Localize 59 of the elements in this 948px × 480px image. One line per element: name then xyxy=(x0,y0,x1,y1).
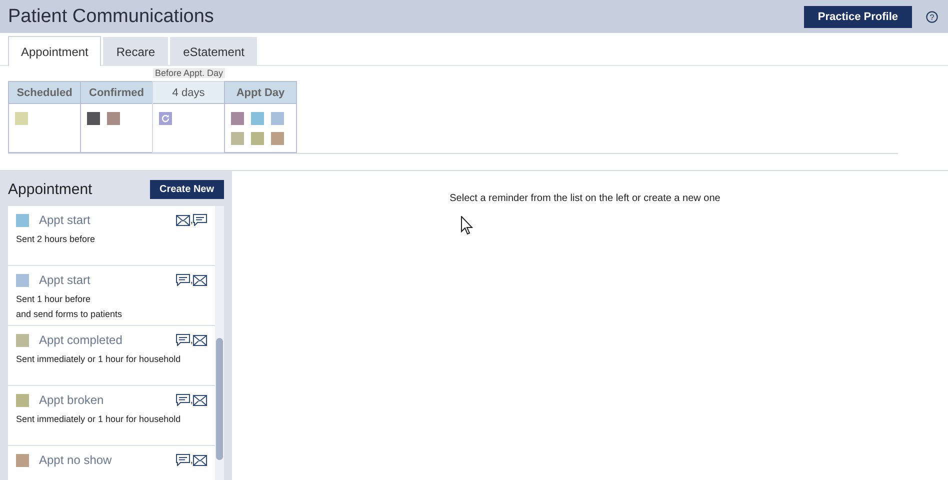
tab[interactable]: Appointment xyxy=(8,36,102,66)
page-title: Patient Communications xyxy=(8,6,214,28)
reminder-item[interactable]: Appt start , Sent 1 hour before and send forms to patients xyxy=(8,266,215,326)
envelope-icon xyxy=(176,215,190,226)
stage-header: Scheduled xyxy=(9,82,80,104)
envelope-icon xyxy=(193,455,207,466)
reminder-description: Sent immediately or 1 hour for household xyxy=(16,353,182,366)
repeat-icon[interactable] xyxy=(159,112,172,125)
separator-comma: , xyxy=(190,335,193,346)
envelope-icon xyxy=(193,395,207,406)
reminder-item[interactable]: Appt completed , Sent immediately or 1 hour for household xyxy=(8,326,215,386)
create-new-button[interactable]: Create New xyxy=(150,180,224,199)
stage-column[interactable]: Scheduled xyxy=(8,81,80,153)
separator-comma: , xyxy=(190,275,193,286)
stage-column[interactable]: Appt Day xyxy=(224,81,297,153)
chat-icon xyxy=(176,334,190,346)
reminder-description: Sent immediately or 1 hour for household xyxy=(16,413,182,426)
reminder-description: Sent 2 hours before xyxy=(16,233,96,246)
scrollbar-thumb[interactable] xyxy=(216,338,223,460)
reminder-title: Appt broken xyxy=(39,393,105,407)
separator-comma: , xyxy=(190,395,193,406)
color-swatch[interactable] xyxy=(231,112,244,125)
envelope-icon xyxy=(193,275,207,286)
reminder-title: Appt completed xyxy=(39,333,124,347)
reminder-item[interactable]: Appt start , Sent 2 hours before xyxy=(8,206,215,266)
envelope-icon xyxy=(193,335,207,346)
reminder-description: Sent 1 hour before xyxy=(16,293,92,306)
help-icon[interactable]: ? xyxy=(926,10,938,22)
color-swatch[interactable] xyxy=(251,132,264,145)
reminder-description: and send forms to patients xyxy=(16,308,124,321)
stage-header: Appt Day xyxy=(225,82,296,104)
reminder-item[interactable]: Appt no show , xyxy=(8,446,215,480)
stage-header: Confirmed xyxy=(81,82,152,104)
color-swatch[interactable] xyxy=(251,112,264,125)
stage-column[interactable]: Confirmed xyxy=(80,81,152,153)
separator-comma: , xyxy=(190,215,193,226)
panel-title: Appointment xyxy=(8,181,92,198)
reminder-item[interactable]: Appt broken , Sent immediately or 1 hour for household xyxy=(8,386,215,446)
reminder-title: Appt start xyxy=(39,273,92,287)
color-swatch[interactable] xyxy=(231,132,244,145)
color-swatch[interactable] xyxy=(271,112,284,125)
separator-comma: , xyxy=(190,455,193,466)
empty-state-message: Select a reminder from the list on the left or create a new one xyxy=(450,193,720,205)
chat-icon xyxy=(176,454,190,466)
color-swatch[interactable] xyxy=(107,112,120,125)
cursor-icon xyxy=(461,216,473,235)
reminder-title: Appt start xyxy=(39,213,92,227)
reminder-title: Appt no show xyxy=(39,453,113,467)
color-swatch[interactable] xyxy=(271,132,284,145)
chat-icon xyxy=(176,274,190,286)
chat-icon xyxy=(176,394,190,406)
chat-icon xyxy=(193,214,207,226)
color-swatch[interactable] xyxy=(87,112,100,125)
tab[interactable]: Recare xyxy=(103,37,168,65)
stage-caption: Before Appt. Day xyxy=(153,68,226,78)
tab[interactable]: eStatement xyxy=(170,37,258,65)
practice-profile-button[interactable]: Practice Profile xyxy=(804,6,912,28)
color-swatch[interactable] xyxy=(15,112,28,125)
stage-header: 4 days xyxy=(153,82,224,104)
